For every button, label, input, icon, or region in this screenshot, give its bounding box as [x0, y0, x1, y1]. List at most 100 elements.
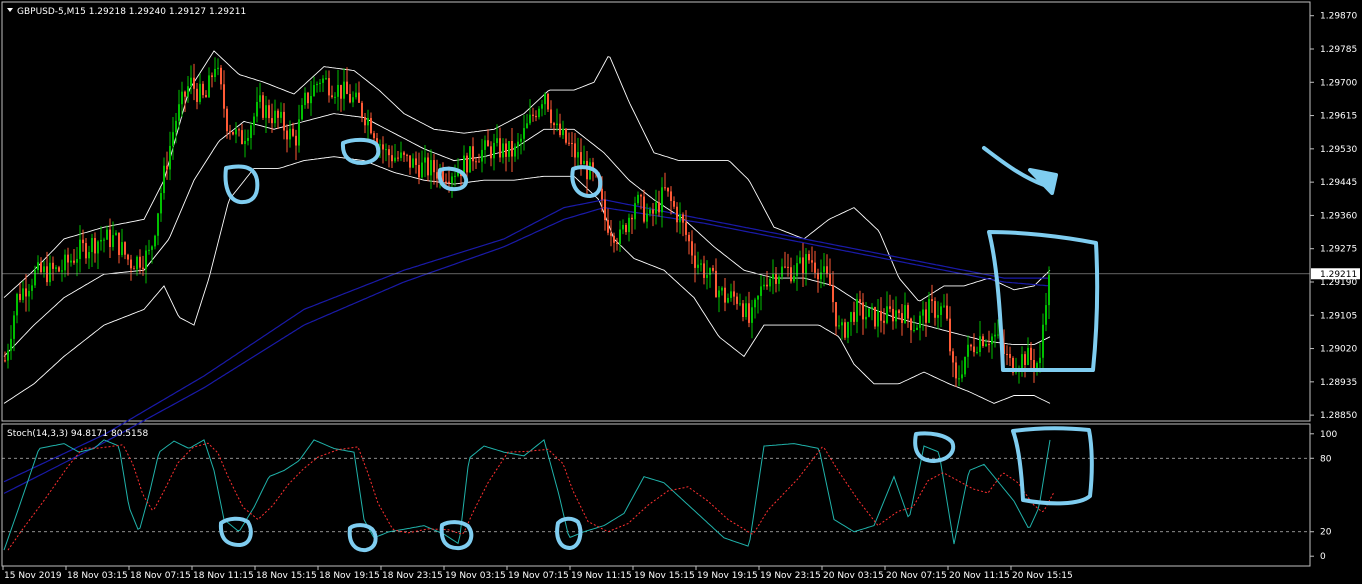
candle-body: [571, 143, 573, 145]
candle-body: [694, 255, 696, 268]
candle-body: [73, 260, 75, 263]
candle-body: [931, 299, 933, 302]
candle-body: [421, 162, 423, 178]
candle-body: [733, 291, 735, 297]
candle-body: [508, 141, 510, 157]
candle-body: [865, 316, 867, 320]
candle-body: [910, 318, 912, 331]
candle-body: [496, 138, 498, 143]
candle-body: [418, 164, 420, 178]
chart-canvas[interactable]: 1.29870 1.29785 1.29700 1.29615 1.29530 1.294…: [0, 0, 1362, 584]
candle-body: [736, 296, 738, 304]
candle-body: [91, 238, 93, 253]
candle-body: [814, 262, 816, 273]
candle-body: [277, 110, 279, 118]
candle-body: [349, 93, 351, 103]
candle-body: [25, 288, 27, 297]
candle-body: [286, 130, 288, 140]
candle-body: [1042, 324, 1044, 358]
candle-body: [124, 242, 126, 255]
candle-body: [964, 356, 966, 375]
candle-body: [487, 140, 489, 147]
candle-body: [127, 254, 129, 260]
candle-body: [787, 266, 789, 268]
candle-body: [550, 109, 552, 124]
candle-body: [217, 67, 219, 69]
candle-body: [454, 175, 456, 177]
price-label: 1.29870: [1320, 12, 1357, 22]
candle-body: [886, 306, 888, 323]
candle-body: [688, 234, 690, 242]
candle-body: [400, 152, 402, 158]
price-label: 1.28935: [1320, 378, 1357, 388]
candle-body: [472, 146, 474, 162]
candle-body: [529, 114, 531, 124]
candle-body: [337, 84, 339, 97]
candle-body: [811, 260, 813, 263]
candle-body: [448, 181, 450, 183]
candle-body: [343, 81, 345, 99]
time-label: 19 Nov 19:15: [697, 571, 758, 581]
price-label: 1.28850: [1320, 411, 1357, 421]
candle-body: [355, 92, 357, 98]
candle-body: [517, 141, 519, 147]
candle-body: [313, 85, 315, 97]
candle-body: [988, 344, 990, 346]
candle-body: [250, 125, 252, 138]
candle-body: [10, 338, 12, 351]
candle-body: [43, 266, 45, 273]
candle-body: [973, 346, 975, 353]
candle-body: [622, 224, 624, 230]
main-chart-header: GBPUSD-5,M15 1.29218 1.29240 1.29127 1.2…: [17, 7, 246, 17]
candle-body: [970, 344, 972, 347]
candle-body: [103, 239, 105, 241]
candle-body: [16, 293, 18, 316]
price-axis: 1.29870 1.29785 1.29700 1.29615 1.29530 1.294…: [1310, 12, 1357, 421]
time-label: 18 Nov 07:15: [130, 571, 191, 581]
candle-body: [451, 176, 453, 183]
candle-body: [646, 213, 648, 222]
candle-body: [13, 315, 15, 339]
candle-body: [724, 287, 726, 303]
candle-body: [523, 128, 525, 139]
candle-body: [823, 266, 825, 273]
candle-body: [601, 188, 603, 200]
candle-body: [382, 144, 384, 150]
candle-body: [991, 336, 993, 345]
candle-body: [82, 239, 84, 244]
candle-body: [37, 262, 39, 271]
candle-body: [259, 95, 261, 102]
time-label: 20 Nov 11:15: [949, 571, 1010, 581]
candle-body: [52, 262, 54, 269]
candle-body: [1033, 360, 1035, 369]
price-label: 1.29445: [1320, 178, 1357, 188]
time-axis: 15 Nov 2019 18 Nov 03:15 18 Nov 07:15 18 No…: [2, 566, 1073, 581]
candle-body: [268, 105, 270, 119]
candle-body: [226, 108, 228, 132]
candle-body: [850, 312, 852, 322]
candle-body: [718, 290, 720, 298]
stoch-header: Stoch(14,3,3) 94.8171 80.5158: [7, 429, 148, 439]
candle-body: [745, 303, 747, 317]
candle-body: [346, 81, 348, 94]
time-label: 19 Nov 11:15: [571, 571, 632, 581]
candle-body: [208, 75, 210, 98]
candle-body: [715, 270, 717, 298]
candle-body: [712, 267, 714, 271]
candle-body: [697, 264, 699, 268]
candle-body: [751, 307, 753, 323]
candle-body: [55, 267, 57, 269]
candle-body: [919, 315, 921, 328]
candle-body: [997, 334, 999, 336]
candle-body: [175, 120, 177, 133]
candle-body: [121, 242, 123, 256]
candle-body: [679, 214, 681, 223]
candle-body: [157, 213, 159, 236]
candle-body: [325, 78, 327, 80]
candle-body: [202, 83, 204, 96]
candle-body: [31, 285, 33, 291]
candle-body: [115, 232, 117, 236]
candle-body: [478, 161, 480, 163]
candle-body: [112, 235, 114, 248]
price-label: 1.29105: [1320, 311, 1357, 321]
